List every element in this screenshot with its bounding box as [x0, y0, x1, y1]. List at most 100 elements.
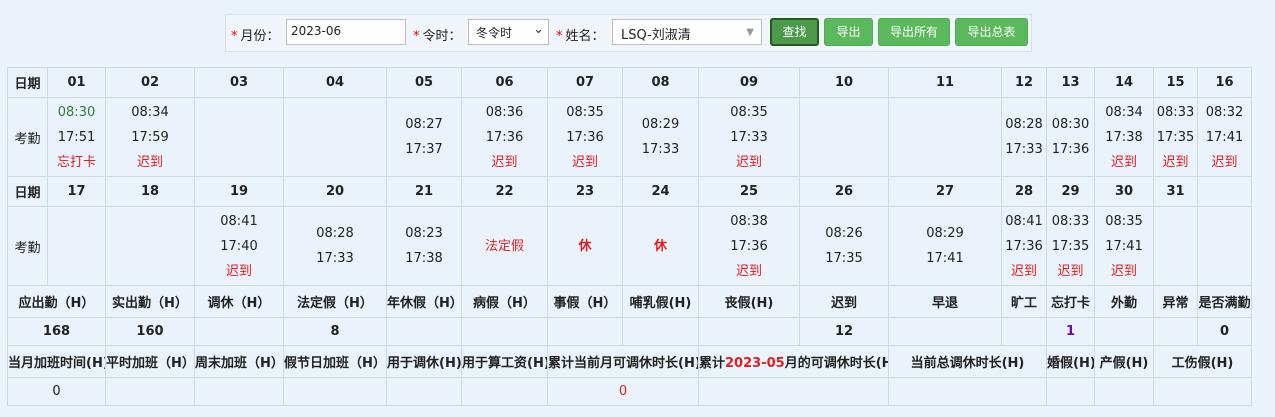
date-cell: 31 [1153, 176, 1198, 207]
overtime-header: 婚假(H) [1046, 345, 1095, 378]
overtime-value: 0 [7, 377, 106, 406]
clock-out-time: 17:41 [1105, 238, 1143, 254]
attendance-cell: 08:30 17:36 [1046, 97, 1095, 177]
date-cell: 19 [194, 176, 284, 207]
clock-in-time: 08:35 [1105, 213, 1143, 229]
stat-header: 年休假（H） [386, 285, 462, 318]
overtime-header: 用于调休(H) [386, 345, 462, 378]
clock-in-time: 08:27 [405, 117, 443, 132]
week2-date-row: 日期 17 18 19 20 21 22 23 24 25 26 27 28 2… [7, 176, 1252, 207]
overtime-value [105, 377, 195, 406]
chevron-down-icon: ⌄ [533, 22, 544, 37]
overtime-header: 累计当前月可调休时长(H) [547, 345, 699, 378]
status-note: 迟到 [735, 154, 762, 170]
clock-in-time: 08:41 [220, 213, 258, 229]
stat-header: 哺乳假(H) [622, 285, 699, 318]
season-label: * 令时： [413, 29, 462, 44]
overtime-value [1094, 377, 1154, 406]
search-button[interactable]: 查找 [770, 18, 819, 46]
attendance-cell: 08:33 17:35 迟到 [1153, 97, 1198, 177]
date-cell: 26 [799, 176, 889, 207]
rest-day-note: 休 [653, 238, 667, 254]
date-cell: 16 [1197, 67, 1252, 98]
holiday-note: 法定假 [484, 238, 524, 254]
month-input[interactable]: 2023-06 [286, 19, 406, 45]
attendance-cell [888, 97, 1002, 177]
overtime-value [283, 377, 387, 406]
status-note: 迟到 [225, 263, 252, 279]
export-summary-button[interactable]: 导出总表 [955, 18, 1028, 46]
attendance-cell: 08:23 17:38 [386, 206, 462, 286]
status-note: 迟到 [136, 154, 163, 170]
clock-in-time: 08:26 [825, 226, 863, 241]
attendance-cell: 08:28 17:33 [283, 206, 387, 286]
date-cell: 24 [622, 176, 699, 207]
stat-header: 异常 [1153, 285, 1198, 318]
attendance-cell: 法定假 [461, 206, 548, 286]
overtime-value [386, 377, 462, 406]
overtime-header-row: 当月加班时间(H) 平时加班（H） 周末加班（H） 假节日加班（H） 用于调休(… [7, 345, 1252, 378]
stat-value [1001, 317, 1047, 346]
attendance-cell [1153, 206, 1198, 286]
name-select[interactable]: LSQ-刘淑清 ▼ [612, 19, 762, 45]
season-select[interactable]: 冬令时 ⌄ [468, 19, 549, 45]
attendance-cell: 08:34 17:38 迟到 [1094, 97, 1154, 177]
stat-value [1153, 317, 1198, 346]
clock-out-time: 17:35 [825, 251, 863, 266]
date-cell: 05 [386, 67, 462, 98]
attendance-cell [47, 206, 106, 286]
date-cell: 06 [461, 67, 548, 98]
stat-header: 外勤 [1094, 285, 1154, 318]
stat-header: 应出勤（H） [7, 285, 106, 318]
attendance-row-label: 考勤 [7, 206, 48, 286]
clock-out-time: 17:35 [1051, 238, 1090, 254]
date-cell: 21 [386, 176, 462, 207]
date-row-label: 日期 [7, 67, 48, 98]
date-cell: 01 [47, 67, 106, 98]
stat-header: 丧假(H) [698, 285, 800, 318]
caret-down-icon: ▼ [746, 27, 754, 38]
stat-header: 是否满勤 [1197, 285, 1252, 318]
week2-attendance-row: 考勤 08:41 17:40 迟到 08:28 17:33 08:23 17:38 法定… [7, 206, 1252, 286]
stat-value: 168 [7, 317, 106, 346]
status-note: 迟到 [1110, 263, 1137, 279]
stat-value [622, 317, 699, 346]
attendance-cell: 08:27 17:37 [386, 97, 462, 177]
attendance-cell: 08:41 17:36 迟到 [1001, 206, 1047, 286]
stat-value [888, 317, 1002, 346]
date-cell: 18 [105, 176, 195, 207]
date-cell: 10 [799, 67, 889, 98]
overtime-header: 累计2023-05月的可调休时长(H) [698, 345, 889, 378]
attendance-cell: 08:33 17:35 迟到 [1046, 206, 1095, 286]
stat-value: 1 [1046, 317, 1095, 346]
clock-out-time: 17:41 [926, 251, 964, 266]
attendance-cell: 08:36 17:36 迟到 [461, 97, 548, 177]
overtime-value [461, 377, 548, 406]
stats-value-row: 168 160 8 12 1 0 [7, 317, 1252, 346]
attendance-row-label: 考勤 [7, 97, 48, 177]
date-cell: 20 [283, 176, 387, 207]
clock-out-time: 17:36 [566, 129, 604, 145]
date-cell [1197, 176, 1252, 207]
stat-value [1094, 317, 1154, 346]
clock-out-time: 17:41 [1205, 129, 1244, 145]
attendance-cell: 08:26 17:35 [799, 206, 889, 286]
clock-in-time: 08:41 [1005, 213, 1043, 229]
stat-header: 早退 [888, 285, 1002, 318]
clock-in-time: 08:34 [131, 104, 169, 120]
export-all-button[interactable]: 导出所有 [878, 18, 950, 46]
clock-out-time: 17:38 [1105, 129, 1143, 145]
stat-value [194, 317, 284, 346]
stat-value [386, 317, 462, 346]
date-cell: 09 [698, 67, 800, 98]
export-button[interactable]: 导出 [824, 18, 873, 46]
date-cell: 28 [1001, 176, 1047, 207]
clock-in-time: 08:29 [926, 226, 964, 241]
stat-value: 12 [799, 317, 889, 346]
attendance-cell: 休 [622, 206, 699, 286]
clock-in-time: 08:33 [1051, 213, 1090, 229]
clock-out-time: 17:37 [405, 142, 443, 157]
overtime-value: 0 [547, 377, 699, 406]
attendance-cell: 08:35 17:41 迟到 [1094, 206, 1154, 286]
overtime-value [698, 377, 889, 406]
